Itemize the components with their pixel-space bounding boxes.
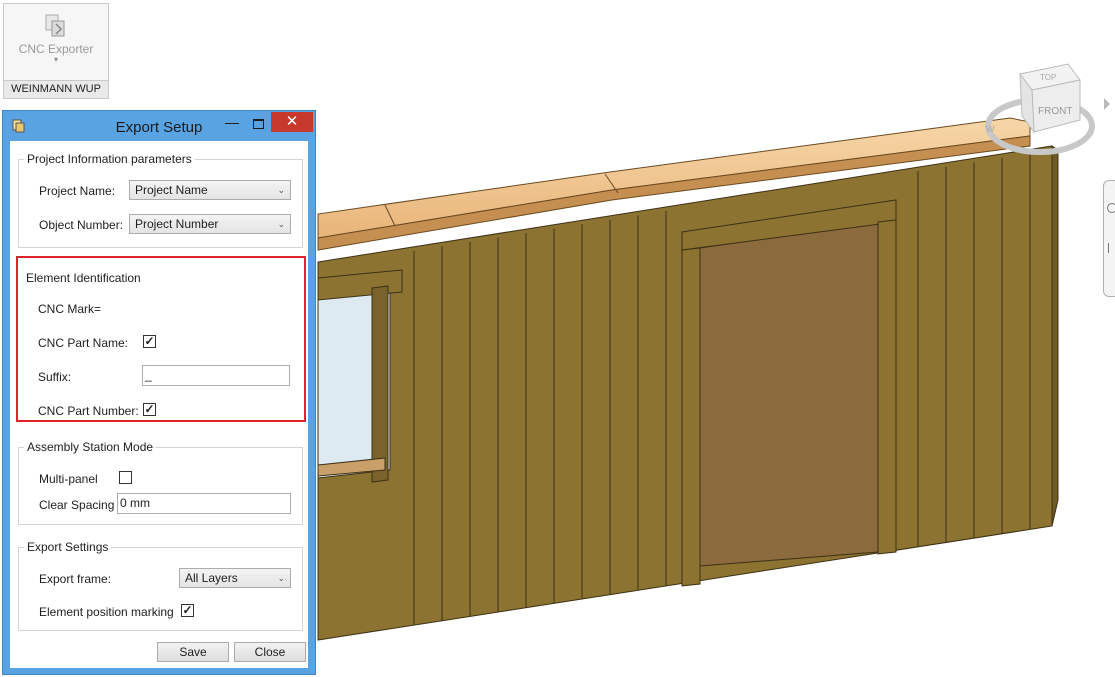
ribbon-panel-title: WEINMANN WUP (4, 80, 108, 98)
export-frame-label: Export frame: (39, 572, 112, 586)
project-info-legend: Project Information parameters (24, 152, 195, 166)
suffix-label: Suffix: (38, 370, 72, 384)
close-window-button[interactable]: ✕ (271, 112, 313, 132)
export-setup-dialog: Export Setup — ✕ Project Information par… (2, 110, 316, 675)
close-button[interactable]: Close (234, 642, 306, 662)
compass-w-label: W (986, 124, 995, 134)
save-button[interactable]: Save (157, 642, 229, 662)
cnc-part-name-checkbox[interactable]: ✓ (143, 335, 156, 348)
object-number-value: Project Number (135, 217, 219, 231)
chevron-down-icon: ⌄ (277, 219, 285, 229)
steering-wheel-icon[interactable] (1107, 203, 1115, 213)
viewcube-top-label: TOP (1040, 73, 1056, 82)
orbit-arrow-icon[interactable] (1104, 98, 1110, 110)
pan-icon[interactable] (1108, 243, 1115, 253)
project-name-select[interactable]: Project Name ⌄ (129, 180, 291, 200)
cnc-part-number-checkbox[interactable]: ✓ (143, 403, 156, 416)
chevron-down-icon: ▾ (53, 55, 58, 64)
element-position-label: Element position marking (39, 605, 174, 619)
maximize-button[interactable] (247, 113, 269, 135)
chevron-down-icon: ⌄ (277, 573, 285, 583)
export-frame-value: All Layers (185, 571, 238, 585)
navigation-bar[interactable] (1103, 180, 1115, 297)
viewcube-front-label: FRONT (1038, 106, 1072, 117)
object-number-label: Object Number: (39, 218, 124, 232)
export-sheets-icon (45, 14, 65, 37)
multi-panel-label: Multi-panel (39, 472, 98, 486)
chevron-down-icon: ⌄ (277, 185, 285, 195)
element-position-checkbox[interactable]: ✓ (181, 604, 194, 617)
project-name-label: Project Name: (39, 184, 116, 198)
export-frame-select[interactable]: All Layers ⌄ (179, 568, 291, 588)
export-settings-group: Export Settings Export frame: All Layers… (18, 540, 303, 631)
cnc-exporter-button[interactable]: CNC Exporter ▾ (12, 8, 100, 78)
dialog-titlebar[interactable]: Export Setup — ✕ (3, 111, 315, 141)
dialog-content: Project Information parameters Project N… (10, 141, 308, 668)
assembly-station-group: Assembly Station Mode Multi-panel Clear … (18, 440, 303, 525)
minimize-button[interactable]: — (221, 113, 243, 135)
project-name-value: Project Name (135, 183, 208, 197)
multi-panel-checkbox[interactable] (119, 471, 132, 484)
element-identification-legend: Element Identification (26, 271, 141, 285)
object-number-select[interactable]: Project Number ⌄ (129, 214, 291, 234)
ribbon-panel-weinmann: CNC Exporter ▾ WEINMANN WUP (3, 3, 109, 99)
wall-model (317, 117, 1059, 641)
clear-spacing-input[interactable]: 0 mm (117, 493, 291, 514)
export-settings-legend: Export Settings (24, 540, 112, 554)
cnc-mark-label: CNC Mark= (38, 302, 102, 316)
project-info-group: Project Information parameters Project N… (18, 152, 303, 248)
clear-spacing-label: Clear Spacing (39, 498, 115, 512)
suffix-input[interactable]: _ (142, 365, 290, 386)
assembly-station-legend: Assembly Station Mode (24, 440, 157, 454)
maximize-icon (253, 119, 264, 129)
cnc-part-name-label: CNC Part Name: (38, 336, 129, 350)
cnc-exporter-label: CNC Exporter (18, 42, 94, 56)
cnc-part-number-label: CNC Part Number: (38, 404, 139, 418)
